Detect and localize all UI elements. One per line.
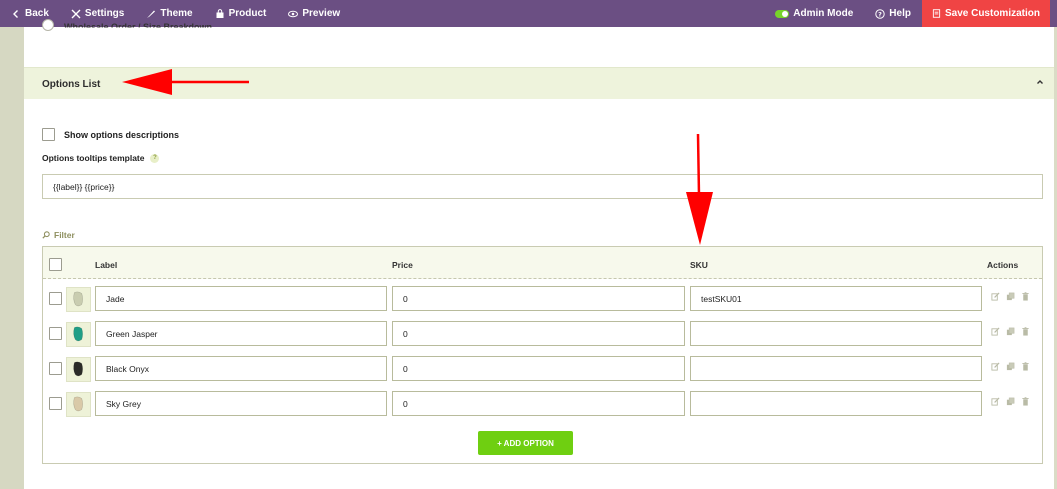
question-circle-icon: ? <box>875 8 885 19</box>
stone-swatch-icon <box>73 291 83 307</box>
options-list-content: Show options descriptions Options toolti… <box>24 99 1054 489</box>
price-input[interactable] <box>392 321 685 346</box>
save-customization-button[interactable]: Save Customization <box>921 0 1050 27</box>
price-input[interactable] <box>392 286 685 311</box>
product-label: Product <box>228 8 267 19</box>
filter-label: Filter <box>54 230 75 240</box>
theme-label: Theme <box>160 8 193 19</box>
actions-column-header: Actions <box>987 260 1019 270</box>
stone-swatch-icon <box>73 396 83 412</box>
label-input[interactable] <box>95 391 387 416</box>
sku-input[interactable] <box>690 286 982 311</box>
edit-icon[interactable] <box>991 362 1000 371</box>
table-row <box>43 283 1042 318</box>
sku-column-header: SKU <box>690 260 708 270</box>
search-icon <box>42 231 50 239</box>
show-descriptions-label: Show options descriptions <box>64 129 180 140</box>
table-row <box>43 353 1042 388</box>
table-header: Label Price SKU Actions <box>43 247 1042 279</box>
option-thumbnail[interactable] <box>66 287 91 312</box>
option-thumbnail[interactable] <box>66 357 91 382</box>
row-checkbox[interactable] <box>49 292 62 305</box>
tooltips-template-input[interactable] <box>42 174 1043 199</box>
label-input[interactable] <box>95 356 387 381</box>
option-thumbnail[interactable] <box>66 392 91 417</box>
preview-label: Preview <box>302 8 341 19</box>
back-label: Back <box>25 8 49 19</box>
add-option-button[interactable]: + ADD OPTION <box>478 431 573 455</box>
row-actions <box>991 292 1030 301</box>
show-descriptions-checkbox[interactable] <box>42 128 55 141</box>
preview-button[interactable]: Preview <box>277 0 351 27</box>
document-icon <box>932 9 941 18</box>
trash-icon[interactable] <box>1021 362 1030 371</box>
row-checkbox[interactable] <box>49 397 62 410</box>
tooltips-template-label-row: Options tooltips template ? <box>42 153 160 163</box>
label-column-header: Label <box>95 260 118 270</box>
product-button[interactable]: Product <box>204 0 278 27</box>
row-checkbox[interactable] <box>49 327 62 340</box>
price-input[interactable] <box>392 356 685 381</box>
row-actions <box>991 397 1030 406</box>
trash-icon[interactable] <box>1021 327 1030 336</box>
table-row <box>43 318 1042 353</box>
price-input[interactable] <box>392 391 685 416</box>
stone-swatch-icon <box>73 326 83 342</box>
chevron-left-icon <box>13 9 18 18</box>
edit-icon[interactable] <box>991 292 1000 301</box>
admin-mode-toggle[interactable]: Admin Mode <box>764 0 864 27</box>
toggle-switch-icon <box>775 9 790 18</box>
label-input[interactable] <box>95 321 387 346</box>
trash-icon[interactable] <box>1021 397 1030 406</box>
help-label: Help <box>889 8 911 19</box>
stone-swatch-icon <box>73 361 83 377</box>
help-icon[interactable]: ? <box>150 153 160 163</box>
options-table: Label Price SKU Actions Jade 0 testSKU01… <box>42 246 1043 464</box>
svg-text:?: ? <box>878 10 882 18</box>
row-checkbox[interactable] <box>49 362 62 375</box>
sku-input[interactable] <box>690 356 982 381</box>
label-input[interactable] <box>95 286 387 311</box>
table-row <box>43 388 1042 423</box>
help-button[interactable]: ? Help <box>864 0 922 27</box>
sku-input[interactable] <box>690 321 982 346</box>
admin-mode-label: Admin Mode <box>793 8 854 19</box>
eye-icon <box>288 10 299 17</box>
trash-icon[interactable] <box>1021 292 1030 301</box>
filter-toggle[interactable]: Filter <box>42 230 75 240</box>
show-descriptions-option[interactable]: Show options descriptions <box>42 128 179 141</box>
option-radio[interactable] <box>42 19 54 31</box>
left-sidebar <box>0 27 24 489</box>
row-actions <box>991 362 1030 371</box>
options-list-header[interactable]: Options List <box>24 67 1054 99</box>
tools-icon <box>71 9 81 18</box>
partial-option-label: Wholesale Order / Size Breakdown <box>64 22 213 32</box>
brush-icon <box>147 10 156 18</box>
edit-icon[interactable] <box>991 327 1000 336</box>
shopping-bag-icon <box>216 8 224 18</box>
sku-input[interactable] <box>690 391 982 416</box>
save-label: Save Customization <box>944 8 1040 19</box>
copy-icon[interactable] <box>1006 292 1015 301</box>
section-title: Options List <box>42 79 101 90</box>
previous-section: Wholesale Order / Size Breakdown <box>24 19 1054 67</box>
chevron-up-icon[interactable] <box>1035 77 1045 87</box>
row-actions <box>991 327 1030 336</box>
option-thumbnail[interactable] <box>66 322 91 347</box>
copy-icon[interactable] <box>1006 397 1015 406</box>
select-all-checkbox[interactable] <box>49 258 62 271</box>
settings-label: Settings <box>84 8 125 19</box>
tooltips-template-label: Options tooltips template <box>42 153 145 163</box>
edit-icon[interactable] <box>991 397 1000 406</box>
copy-icon[interactable] <box>1006 327 1015 336</box>
copy-icon[interactable] <box>1006 362 1015 371</box>
price-column-header: Price <box>392 260 413 270</box>
